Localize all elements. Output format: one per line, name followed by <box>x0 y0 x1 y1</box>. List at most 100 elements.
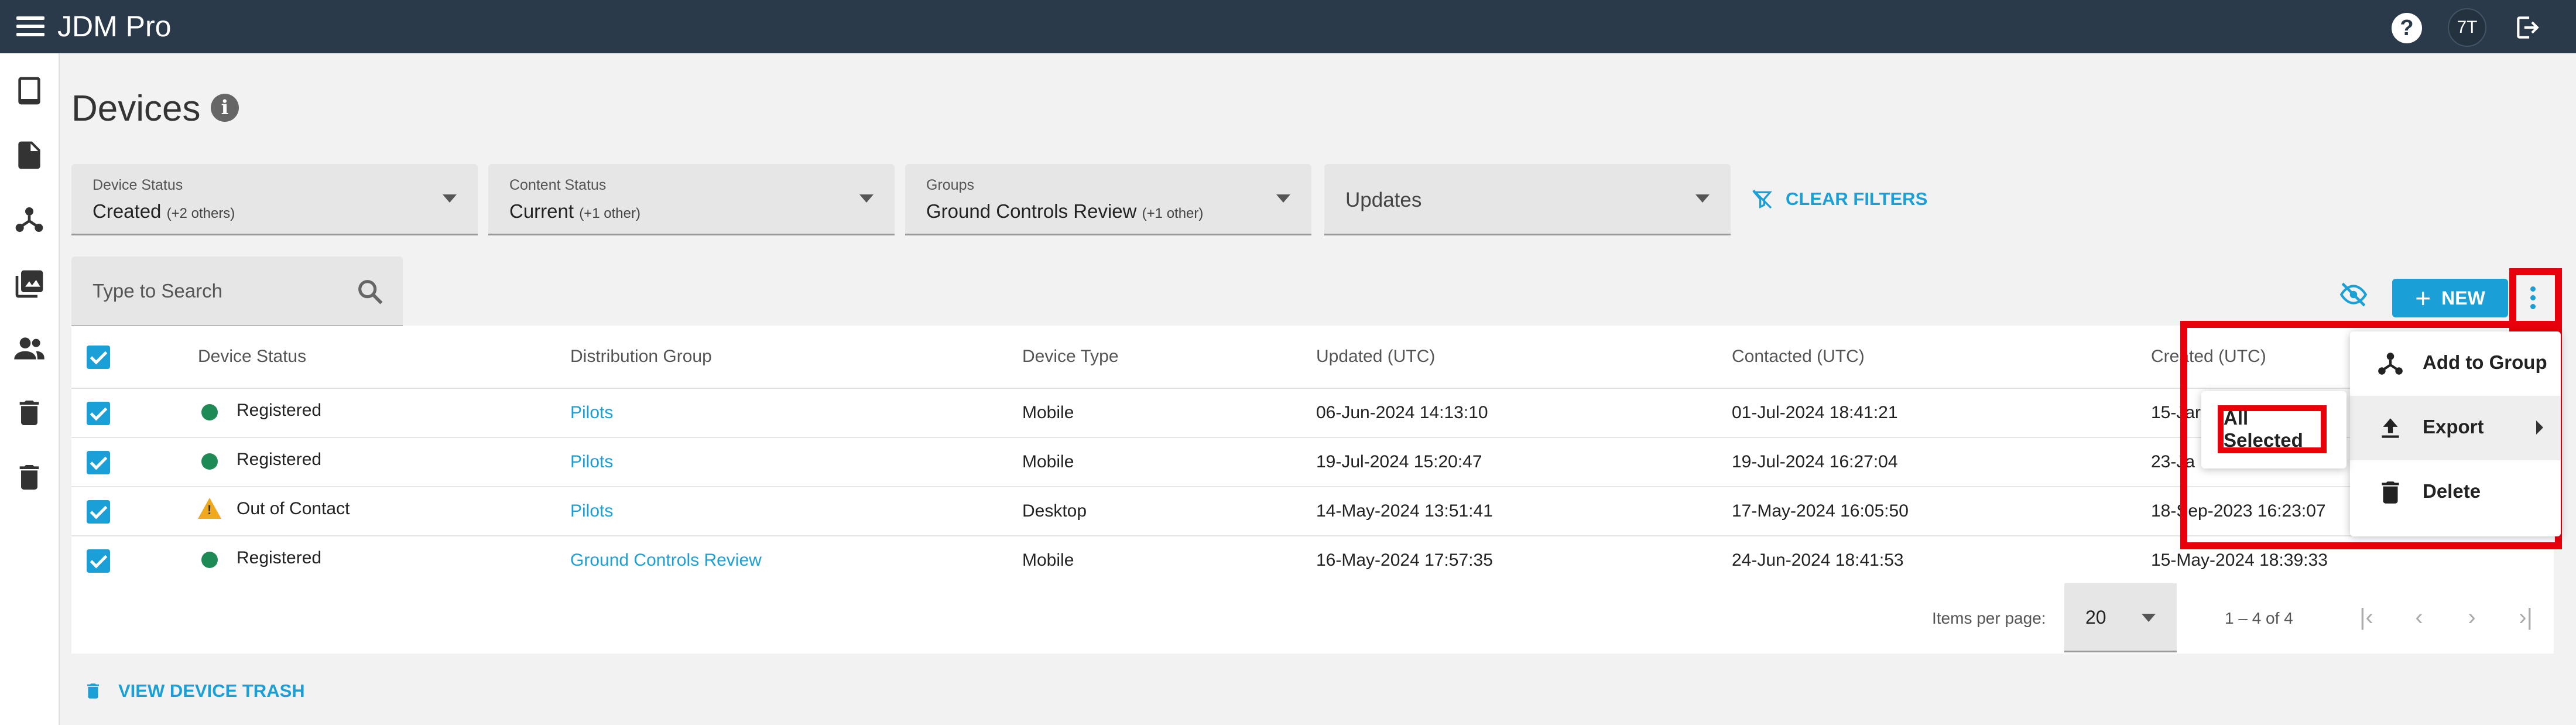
search-input[interactable]: Type to Search <box>71 257 403 327</box>
filter-device-status[interactable]: Device Status Created (+2 others) <box>71 164 478 235</box>
new-button-label: NEW <box>2441 287 2485 309</box>
status-ok-icon <box>201 404 218 420</box>
header-device-status[interactable]: Device Status <box>198 347 306 367</box>
trash-icon <box>2382 481 2399 504</box>
status-ok-icon <box>201 453 218 470</box>
device-type: Mobile <box>1022 550 1074 570</box>
menu-item-label: Export <box>2423 416 2484 437</box>
row-checkbox[interactable] <box>87 451 110 474</box>
submenu-item-all-selected[interactable]: All Selected <box>2218 405 2327 453</box>
distribution-group-link[interactable]: Ground Controls Review <box>570 550 762 570</box>
header-distribution-group[interactable]: Distribution Group <box>570 347 712 367</box>
logout-icon[interactable] <box>2512 13 2544 42</box>
download-icon <box>2382 418 2399 438</box>
updated-date: 19-Jul-2024 15:20:47 <box>1316 452 1482 471</box>
status-ok-icon <box>201 552 218 568</box>
filter-value-text: Ground Controls Review <box>926 200 1137 222</box>
user-avatar[interactable]: 7T <box>2448 8 2486 47</box>
menu-item-label: Add to Group <box>2423 351 2547 373</box>
trash-icon[interactable] <box>13 461 46 494</box>
device-status: Out of Contact <box>237 499 350 518</box>
view-device-trash-link[interactable]: VIEW DEVICE TRASH <box>83 680 305 702</box>
hamburger-menu-icon[interactable] <box>16 16 44 37</box>
trash-icon <box>87 683 99 699</box>
items-per-page-value: 20 <box>2085 607 2106 628</box>
device-type: Desktop <box>1022 501 1087 521</box>
chevron-down-icon <box>1276 194 1290 203</box>
contacted-date: 24-Jun-2024 18:41:53 <box>1732 550 1904 570</box>
row-checkbox[interactable] <box>87 500 110 524</box>
sidebar <box>0 53 60 725</box>
group-hub-icon[interactable] <box>13 203 46 236</box>
chevron-right-icon <box>2536 420 2543 435</box>
row-checkbox[interactable] <box>87 549 110 573</box>
filter-updates[interactable]: Updates <box>1324 164 1731 235</box>
tablet-icon[interactable] <box>13 74 46 107</box>
filter-off-icon <box>1752 189 1772 209</box>
header-contacted[interactable]: Contacted (UTC) <box>1732 347 1865 367</box>
distribution-group-link[interactable]: Pilots <box>570 501 613 521</box>
search-placeholder: Type to Search <box>93 280 222 302</box>
items-per-page-select[interactable]: 20 <box>2064 583 2177 652</box>
export-submenu: All Selected <box>2201 391 2347 468</box>
first-page-icon[interactable]: |‹ <box>2352 603 2380 631</box>
more-options-menu: Add to Group Export Delete <box>2350 331 2561 536</box>
contacted-date: 01-Jul-2024 18:41:21 <box>1732 403 1898 422</box>
page-title: Devices <box>71 88 201 129</box>
filter-content-status[interactable]: Content Status Current (+1 other) <box>488 164 895 235</box>
device-type: Mobile <box>1022 403 1074 422</box>
distribution-group-link[interactable]: Pilots <box>570 452 613 472</box>
created-date: 15-May-2024 18:39:33 <box>2151 550 2328 570</box>
filter-value: Current (+1 other) <box>509 200 640 223</box>
next-page-icon[interactable]: › <box>2458 603 2486 631</box>
top-app-bar: JDM Pro ? 7T <box>0 0 2576 53</box>
menu-item-export[interactable]: Export <box>2350 396 2561 460</box>
device-status: Registered <box>237 548 322 567</box>
menu-item-add-to-group[interactable]: Add to Group <box>2350 331 2561 396</box>
plus-icon: + <box>2415 283 2431 313</box>
row-checkbox[interactable] <box>87 402 110 425</box>
filter-value-extra: (+2 others) <box>166 206 235 221</box>
document-icon[interactable] <box>13 139 46 172</box>
search-icon <box>358 280 383 305</box>
filter-value: Ground Controls Review (+1 other) <box>926 200 1203 223</box>
select-all-checkbox[interactable] <box>87 346 110 369</box>
header-updated[interactable]: Updated (UTC) <box>1316 347 1435 367</box>
last-page-icon[interactable]: ›| <box>2512 603 2540 631</box>
trash-icon[interactable] <box>13 396 46 429</box>
header-device-type[interactable]: Device Type <box>1022 347 1119 367</box>
filter-value: Updates <box>1345 189 1422 211</box>
filter-groups[interactable]: Groups Ground Controls Review (+1 other) <box>905 164 1311 235</box>
menu-item-label: Delete <box>2423 480 2481 502</box>
device-type: Mobile <box>1022 452 1074 471</box>
clear-filters-label: CLEAR FILTERS <box>1786 189 1928 209</box>
filter-value-text: Current <box>509 200 574 222</box>
device-status: Registered <box>237 401 322 420</box>
hide-columns-icon[interactable] <box>2336 280 2371 309</box>
users-icon[interactable] <box>13 332 46 365</box>
contacted-date: 17-May-2024 16:05:50 <box>1732 501 1909 521</box>
filter-label: Groups <box>926 177 974 193</box>
help-icon[interactable]: ? <box>2392 13 2422 43</box>
distribution-group-link[interactable]: Pilots <box>570 403 613 423</box>
updated-date: 16-May-2024 17:57:35 <box>1316 550 1493 570</box>
new-device-button[interactable]: + NEW <box>2392 279 2508 317</box>
chevron-down-icon <box>1695 194 1710 203</box>
filter-label: Device Status <box>93 177 183 193</box>
updated-date: 06-Jun-2024 14:13:10 <box>1316 403 1488 422</box>
media-library-icon[interactable] <box>13 268 46 300</box>
filter-value-extra: (+1 other) <box>1142 206 1204 221</box>
info-icon[interactable]: i <box>211 94 239 122</box>
clear-filters-button[interactable]: CLEAR FILTERS <box>1751 186 1927 212</box>
items-per-page-label: Items per page: <box>1932 609 2046 627</box>
chevron-down-icon <box>443 194 457 203</box>
menu-item-delete[interactable]: Delete <box>2350 460 2561 525</box>
pagination-range: 1 – 4 of 4 <box>2225 609 2293 627</box>
view-device-trash-label: VIEW DEVICE TRASH <box>118 680 305 701</box>
group-hub-icon <box>2378 353 2403 375</box>
previous-page-icon[interactable]: ‹ <box>2405 603 2433 631</box>
filter-value-text: Created <box>93 200 162 222</box>
warning-mark: ! <box>207 502 212 517</box>
app-title: JDM Pro <box>57 10 172 43</box>
filter-value-extra: (+1 other) <box>579 206 640 221</box>
